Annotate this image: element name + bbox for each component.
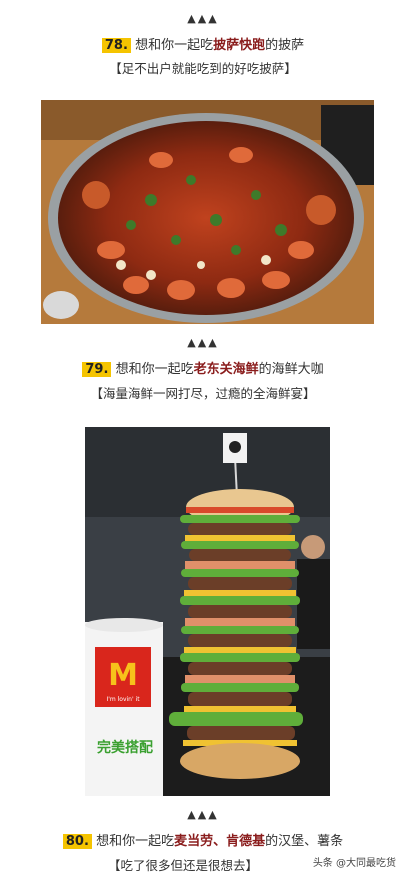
cup-slogan: 完美搭配 [97, 739, 153, 756]
watermark: 头条 @大同最吃货 [312, 854, 396, 869]
m-logo: M [108, 658, 138, 693]
brand-text: I'm lovin' it [106, 696, 140, 703]
burger-tower-photo: M I'm lovin' it 完美搭配 [85, 427, 330, 796]
triangle-marker: ▲▲▲ [187, 808, 219, 821]
item-number: 79. [82, 362, 112, 377]
item-number: 80. [62, 834, 92, 849]
title-highlight: 老东关海鲜 [193, 362, 259, 377]
title-suffix: 的海鲜大咖 [258, 362, 324, 377]
title-prefix: 想和你一起吃 [96, 834, 175, 849]
item-title-79: 79. 想和你一起吃老东关海鲜的海鲜大咖 [0, 358, 406, 377]
title-highlight: 麦当劳、肯德基 [174, 834, 266, 849]
triangle-marker: ▲▲▲ [187, 336, 219, 349]
title-highlight: 披萨快跑 [213, 38, 266, 53]
seafood-pot-photo [41, 100, 374, 324]
item-number: 78. [101, 38, 131, 53]
title-prefix: 想和你一起吃 [135, 38, 214, 53]
title-suffix: 的披萨 [265, 38, 305, 53]
item-title-78: 78. 想和你一起吃披萨快跑的披萨 [0, 34, 406, 53]
item-subtitle-78: 【足不出户就能吃到的好吃披萨】 [109, 61, 297, 76]
item-title-80: 80. 想和你一起吃麦当劳、肯德基的汉堡、薯条 [0, 830, 406, 849]
title-prefix: 想和你一起吃 [115, 362, 194, 377]
triangle-marker: ▲▲▲ [187, 12, 219, 25]
item-subtitle-79: 【海量海鲜一网打尽，过瘾的全海鲜宴】 [90, 386, 316, 401]
title-suffix: 的汉堡、薯条 [265, 834, 344, 849]
